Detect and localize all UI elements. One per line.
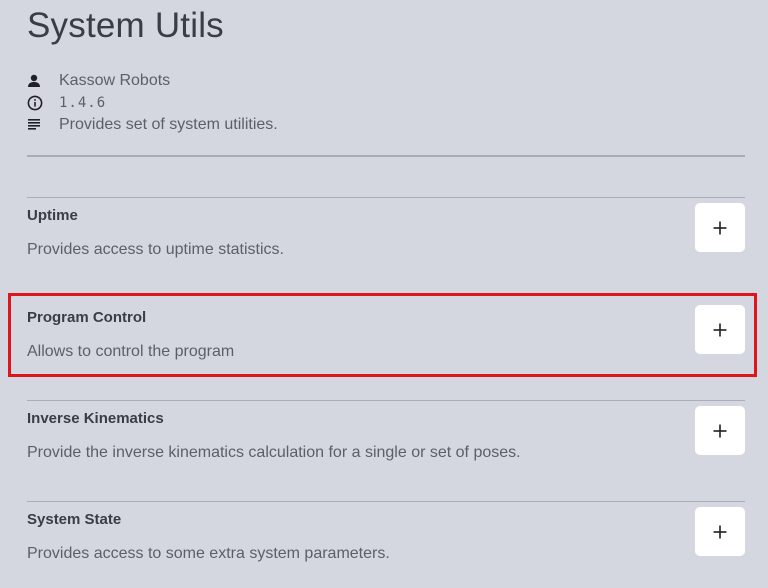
- module-name: System State: [27, 511, 122, 528]
- add-system-state-button[interactable]: [695, 507, 745, 556]
- author-row: Kassow Robots: [27, 70, 278, 92]
- plus-icon: [713, 323, 727, 336]
- module-uptime: Uptime Provides access to uptime statist…: [27, 197, 745, 277]
- header-divider: [27, 155, 745, 157]
- package-meta: Kassow Robots 1.4.6 Provides set of syst…: [27, 70, 278, 136]
- add-inverse-kinematics-button[interactable]: [695, 406, 745, 455]
- description-row: Provides set of system utilities.: [27, 114, 278, 136]
- author-text: Kassow Robots: [59, 72, 171, 89]
- module-name: Inverse Kinematics: [27, 410, 164, 427]
- add-program-control-button[interactable]: [695, 305, 745, 354]
- description-text: Provides set of system utilities.: [59, 116, 278, 133]
- version-text: 1.4.6: [59, 95, 107, 111]
- page-title: System Utils: [27, 6, 224, 45]
- plus-icon: [713, 221, 727, 234]
- module-description: Allows to control the program: [27, 343, 235, 360]
- module-divider: [27, 400, 745, 401]
- system-utils-page: System Utils Kassow Robots 1.4.6 Provide…: [0, 0, 768, 588]
- module-inverse-kinematics: Inverse Kinematics Provide the inverse k…: [27, 400, 745, 480]
- version-row: 1.4.6: [27, 92, 278, 114]
- person-icon: [27, 70, 49, 92]
- text-lines-icon: [27, 114, 49, 136]
- plus-icon: [713, 424, 727, 437]
- info-icon: [27, 92, 49, 114]
- module-name: Uptime: [27, 207, 78, 224]
- plus-icon: [713, 525, 727, 538]
- module-system-state: System State Provides access to some ext…: [27, 501, 745, 581]
- add-uptime-button[interactable]: [695, 203, 745, 252]
- module-divider: [27, 501, 745, 502]
- module-program-control: Program Control Allows to control the pr…: [27, 299, 745, 379]
- module-description: Provides access to some extra system par…: [27, 545, 390, 562]
- module-name: Program Control: [27, 309, 147, 326]
- module-divider: [27, 197, 745, 198]
- module-description: Provide the inverse kinematics calculati…: [27, 444, 521, 461]
- module-description: Provides access to uptime statistics.: [27, 241, 284, 258]
